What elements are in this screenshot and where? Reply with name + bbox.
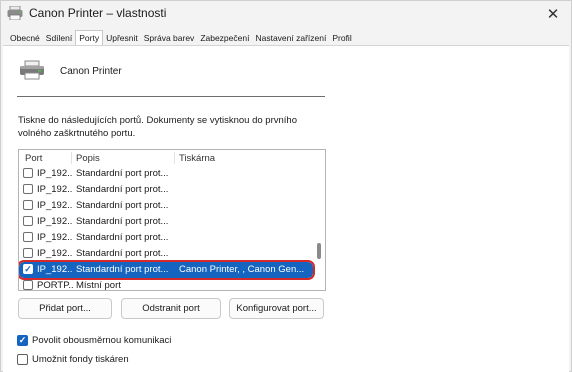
port-name: PORTP... — [37, 280, 73, 291]
tab-security[interactable]: Zabezpečení — [197, 32, 252, 45]
port-checkbox[interactable] — [23, 280, 33, 290]
port-checkbox[interactable] — [23, 248, 33, 258]
port-description: Standardní port prot... — [76, 184, 169, 195]
port-row[interactable]: IP_192... Standardní port prot... — [19, 230, 313, 246]
divider — [17, 96, 325, 97]
printer-small-icon — [7, 6, 23, 20]
port-list-scrollbar[interactable] — [313, 150, 325, 290]
ports-description: Tiskne do následujících portů. Dokumenty… — [18, 115, 297, 139]
port-checkbox[interactable] — [23, 168, 33, 178]
port-name: IP_192... — [37, 200, 73, 211]
port-list-header: Port Popis Tiskárna — [19, 150, 313, 165]
column-header-port[interactable]: Port — [25, 153, 42, 165]
title-bar: Canon Printer – vlastnosti ✕ — [1, 1, 571, 27]
port-checkbox[interactable] — [23, 200, 33, 210]
add-port-button[interactable]: Přidat port... — [18, 298, 112, 319]
tab-strip: Obecné Sdílení Porty Upřesnit Správa bar… — [7, 30, 355, 45]
port-printer: Canon Printer, , Canon Gen... — [179, 264, 305, 275]
port-row[interactable]: IP_192... Standardní port prot... — [19, 166, 313, 182]
window-title: Canon Printer – vlastnosti — [29, 6, 167, 20]
printer-name: Canon Printer — [60, 66, 122, 77]
port-description: Standardní port prot... — [76, 232, 169, 243]
port-name: IP_192... — [37, 232, 73, 243]
tab-color-management[interactable]: Správa barev — [141, 32, 198, 45]
column-separator — [174, 152, 175, 164]
delete-port-button[interactable]: Odstranit port — [121, 298, 221, 319]
port-description: Místní port — [76, 280, 121, 291]
printer-properties-window: Canon Printer – vlastnosti ✕ Obecné Sdíl… — [0, 0, 572, 372]
close-icon: ✕ — [546, 6, 560, 23]
port-rows: IP_192... Standardní port prot... IP_192… — [19, 166, 315, 291]
port-name: IP_192... — [37, 264, 73, 275]
printer-icon — [20, 60, 44, 80]
tab-advanced[interactable]: Upřesnit — [103, 32, 141, 45]
port-name: IP_192... — [37, 184, 73, 195]
port-row[interactable]: IP_192... Standardní port prot... — [19, 214, 313, 230]
port-description: Standardní port prot... — [76, 200, 169, 211]
port-row-selected[interactable]: ✓ IP_192... Standardní port prot... Cano… — [19, 260, 315, 280]
column-header-description[interactable]: Popis — [76, 153, 100, 165]
port-list[interactable]: Port Popis Tiskárna IP_192... Standardní… — [18, 149, 326, 291]
port-row[interactable]: PORTP... Místní port — [19, 278, 313, 291]
port-description: Standardní port prot... — [76, 216, 169, 227]
bidirectional-label[interactable]: Povolit obousměrnou komunikaci — [32, 335, 171, 346]
tab-general[interactable]: Obecné — [7, 32, 43, 45]
tab-sharing[interactable]: Sdílení — [43, 32, 75, 45]
port-row[interactable]: IP_192... Standardní port prot... — [19, 246, 313, 262]
port-description: Standardní port prot... — [76, 168, 169, 179]
port-name: IP_192... — [37, 216, 73, 227]
port-row[interactable]: IP_192... Standardní port prot... — [19, 182, 313, 198]
scrollbar-thumb[interactable] — [317, 243, 321, 259]
tab-profile[interactable]: Profil — [329, 32, 354, 45]
port-description: Standardní port prot... — [76, 264, 169, 275]
ports-panel: Canon Printer Tiskne do následujících po… — [3, 45, 569, 372]
port-checkbox[interactable] — [23, 216, 33, 226]
port-checkbox-checked[interactable]: ✓ — [23, 264, 33, 274]
port-name: IP_192... — [37, 248, 73, 259]
bidirectional-checkbox[interactable]: ✓ — [17, 335, 28, 346]
port-name: IP_192... — [37, 168, 73, 179]
printer-pooling-label[interactable]: Umožnit fondy tiskáren — [32, 354, 129, 365]
column-header-printer[interactable]: Tiskárna — [179, 153, 215, 165]
configure-port-button[interactable]: Konfigurovat port... — [229, 298, 324, 319]
port-checkbox[interactable] — [23, 184, 33, 194]
close-button[interactable]: ✕ — [543, 4, 563, 24]
tab-device-settings[interactable]: Nastavení zařízení — [252, 32, 329, 45]
column-separator — [71, 152, 72, 164]
tab-ports[interactable]: Porty — [75, 30, 104, 45]
printer-pooling-checkbox[interactable] — [17, 354, 28, 365]
port-checkbox[interactable] — [23, 232, 33, 242]
port-row[interactable]: IP_192... Standardní port prot... — [19, 198, 313, 214]
port-description: Standardní port prot... — [76, 248, 169, 259]
